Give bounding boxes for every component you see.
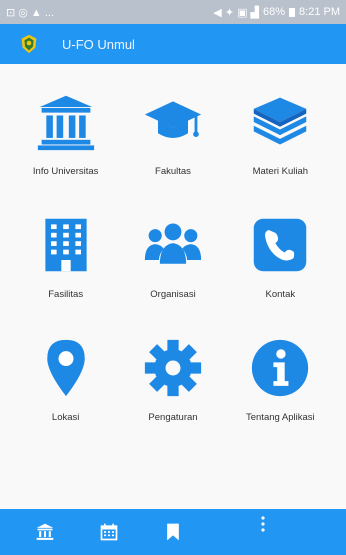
menu-label: Kontak: [265, 289, 296, 300]
app-title: U-FO Unmul: [62, 36, 135, 52]
app-bar: U-FO Unmul: [0, 24, 346, 64]
menu-item-materi-kuliah[interactable]: Materi Kuliah: [227, 92, 334, 197]
nav-home-button[interactable]: [22, 509, 68, 555]
signal-icons: ◀ ✦ ▣ ▟: [213, 6, 259, 19]
menu-label: Fasilitas: [48, 289, 84, 300]
map-pin-icon: [46, 339, 85, 397]
gear-icon: [144, 339, 202, 397]
menu-label: Materi Kuliah: [252, 166, 309, 177]
nav-calendar-button[interactable]: [86, 509, 132, 555]
status-right: ◀ ✦ ▣ ▟ 68% 8:21 PM: [213, 6, 340, 19]
menu-item-info-universitas[interactable]: Info Universitas: [12, 92, 119, 197]
bottom-nav: [0, 509, 346, 555]
menu-grid: Info Universitas Fakultas Materi Kuliah: [12, 92, 334, 443]
menu-label: Tentang Aplikasi: [245, 412, 315, 423]
calendar-icon: [100, 523, 118, 541]
bookmark-icon: [167, 523, 179, 541]
graduation-cap-icon: [144, 101, 202, 138]
menu-label: Pengaturan: [148, 412, 198, 423]
menu-label: Lokasi: [51, 412, 80, 423]
menu-item-kontak[interactable]: Kontak: [227, 215, 334, 320]
menu-item-fakultas[interactable]: Fakultas: [119, 92, 226, 197]
more-vertical-icon: [261, 516, 265, 532]
menu-label: Organisasi: [150, 289, 196, 300]
university-building-icon: [36, 523, 54, 540]
menu-label: Fakultas: [155, 166, 191, 177]
nav-bookmark-button[interactable]: [150, 509, 196, 555]
status-left: ⊡ ◎ ▲ ...: [6, 6, 54, 19]
battery-icon: [289, 7, 296, 17]
university-crest-icon: [21, 34, 37, 54]
menu-item-fasilitas[interactable]: Fasilitas: [12, 215, 119, 320]
status-bar: ⊡ ◎ ▲ ... ◀ ✦ ▣ ▟ 68% 8:21 PM: [0, 0, 346, 24]
battery-percent: 68%: [263, 6, 286, 18]
people-group-icon: [144, 223, 202, 264]
menu-item-organisasi[interactable]: Organisasi: [119, 215, 226, 320]
phone-icon: [254, 218, 307, 272]
stacked-layers-icon: [254, 97, 307, 145]
menu-item-lokasi[interactable]: Lokasi: [12, 338, 119, 443]
building-icon: [45, 218, 87, 272]
menu-item-tentang-aplikasi[interactable]: Tentang Aplikasi: [227, 338, 334, 443]
university-building-icon: [37, 95, 94, 151]
clock: 8:21 PM: [299, 6, 340, 18]
notification-icons: ⊡ ◎ ▲ ...: [6, 6, 55, 19]
menu-item-pengaturan[interactable]: Pengaturan: [119, 338, 226, 443]
menu-label: Info Universitas: [32, 166, 99, 177]
nav-more-button[interactable]: [253, 515, 273, 545]
main-content: Info Universitas Fakultas Materi Kuliah: [0, 64, 346, 509]
info-icon: [252, 339, 309, 397]
